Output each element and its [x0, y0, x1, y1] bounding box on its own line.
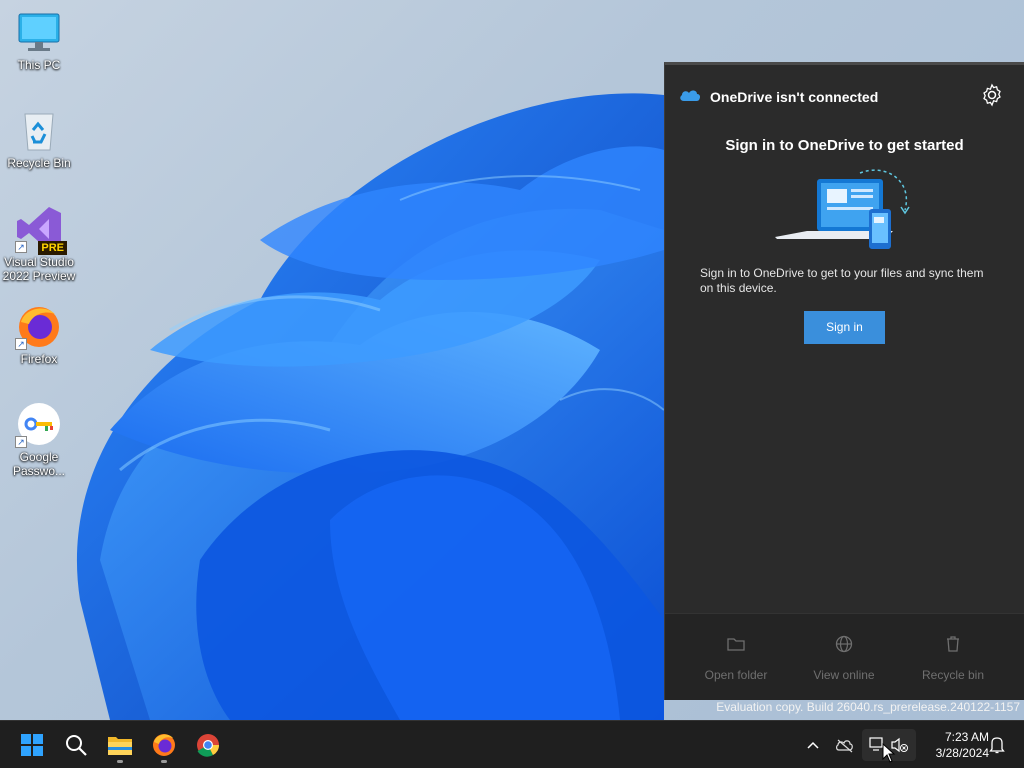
clock-date: 3/28/2024	[935, 746, 989, 760]
globe-icon	[834, 634, 854, 654]
desktop-icon-label: This PC	[17, 58, 61, 72]
desktop-icon-recycle-bin[interactable]: Recycle Bin	[1, 106, 77, 170]
desktop-icon-label: Recycle Bin	[7, 156, 71, 170]
chevron-up-icon	[807, 741, 819, 749]
notifications-button[interactable]	[986, 721, 1008, 768]
open-folder-button[interactable]: Open folder	[681, 634, 791, 682]
open-folder-label: Open folder	[704, 668, 768, 682]
onedrive-tray-button[interactable]	[834, 721, 856, 768]
desktop-icon-google-password-manager[interactable]: ↗ Google Passwo...	[1, 400, 77, 478]
preview-badge: PRE	[38, 241, 67, 255]
onedrive-offline-icon	[836, 739, 853, 753]
onedrive-flyout: OneDrive isn't connected Sign in to OneD…	[664, 62, 1024, 700]
visual-studio-icon: PRE ↗	[15, 205, 67, 255]
running-indicator	[161, 760, 167, 763]
file-explorer-button[interactable]	[100, 725, 140, 765]
mouse-cursor-icon	[882, 743, 896, 763]
running-indicator	[117, 760, 123, 763]
chrome-icon	[197, 734, 220, 757]
evaluation-watermark: Evaluation copy. Build 26040.rs_prerelea…	[716, 700, 1020, 714]
google-password-manager-icon: ↗	[15, 400, 63, 448]
view-online-button[interactable]: View online	[789, 634, 899, 682]
shortcut-arrow-icon: ↗	[15, 436, 27, 448]
settings-gear-icon[interactable]	[980, 83, 1004, 107]
recycle-bin-icon	[15, 106, 63, 154]
desktop-icon-label: Visual Studio 2022 Preview	[2, 255, 76, 283]
devices-sync-illustration	[775, 165, 915, 257]
file-explorer-icon	[108, 737, 132, 755]
desktop-icon-label: Firefox	[20, 352, 58, 366]
firefox-taskbar-button[interactable]	[144, 725, 184, 765]
chrome-taskbar-button[interactable]	[188, 725, 228, 765]
clock[interactable]: 7:23 AM 3/28/2024	[917, 729, 989, 761]
flyout-description: Sign in to OneDrive to get to your files…	[700, 266, 984, 295]
onedrive-cloud-icon	[679, 88, 701, 107]
recycle-bin-button[interactable]: Recycle bin	[898, 634, 1008, 682]
search-button[interactable]	[56, 725, 96, 765]
flyout-header: OneDrive isn't connected	[665, 81, 1024, 111]
show-hidden-icons-button[interactable]	[802, 721, 824, 768]
start-button[interactable]	[12, 725, 52, 765]
bell-icon	[989, 737, 1005, 754]
recycle-bin-label: Recycle bin	[921, 668, 985, 682]
clock-time: 7:23 AM	[944, 730, 989, 744]
flyout-footer: Open folder View online Recycle bin	[665, 613, 1024, 700]
view-online-label: View online	[813, 668, 875, 682]
desktop-icon-this-pc[interactable]: This PC	[1, 8, 77, 72]
trash-icon	[943, 634, 963, 654]
firefox-icon: ↗	[15, 302, 63, 350]
flyout-title: OneDrive isn't connected	[710, 89, 879, 105]
search-icon	[66, 735, 87, 756]
desktop-icon-firefox[interactable]: ↗ Firefox	[1, 302, 77, 366]
shortcut-arrow-icon: ↗	[15, 241, 27, 253]
taskbar: 7:23 AM 3/28/2024	[0, 720, 1024, 768]
shortcut-arrow-icon: ↗	[15, 338, 27, 350]
folder-icon	[726, 634, 746, 654]
desktop-icon-label: Google Passwo...	[12, 450, 66, 478]
sign-in-button[interactable]: Sign in	[804, 311, 885, 344]
desktop-icon-visual-studio[interactable]: PRE ↗ Visual Studio 2022 Preview	[1, 205, 77, 283]
start-icon	[21, 734, 43, 756]
this-pc-icon	[15, 8, 63, 56]
flyout-heading: Sign in to OneDrive to get started	[725, 137, 964, 154]
firefox-icon	[153, 734, 175, 756]
